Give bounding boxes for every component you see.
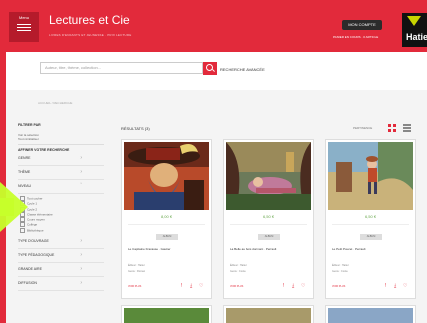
card-divider — [230, 224, 307, 225]
filter-section-title: FILTRER PAR — [18, 123, 41, 127]
list-view-icon[interactable] — [403, 124, 411, 132]
search-icon-handle — [212, 69, 215, 72]
book-cover-image[interactable] — [124, 142, 209, 210]
card-divider — [128, 224, 205, 225]
book-publisher: Éditeur : Hatier — [230, 264, 247, 267]
book-card[interactable] — [223, 305, 314, 323]
favorite-icon[interactable]: ♡ — [403, 284, 407, 289]
search-bar: Auteur, titre, thème, collection... RECH… — [0, 52, 427, 90]
site-tagline: LIVRES D'ENFANTS ET JEUNESSE · PRIX LECT… — [49, 33, 132, 37]
site-header: Menu Lectures et Cie LIVRES D'ENFANTS ET… — [0, 0, 427, 52]
chevron-right-icon: › — [80, 155, 82, 161]
view-more-link[interactable]: VOIR PLUS — [332, 285, 345, 288]
view-more-link[interactable]: VOIR PLUS — [230, 285, 243, 288]
chevron-right-icon: › — [80, 280, 82, 287]
reset-filters-link[interactable]: Tout réinitialiser — [18, 137, 104, 141]
menu-button[interactable]: Menu — [9, 12, 39, 42]
brand-triangle-icon — [407, 16, 421, 26]
book-card[interactable] — [325, 305, 416, 323]
filter-type-label: TYPE D'OUVRAGE — [18, 239, 49, 244]
filter-area-label: GRANDE AIRE — [18, 267, 42, 272]
filter-diffusion[interactable]: DIFFUSION › — [18, 277, 104, 292]
sidebar-divider — [18, 144, 104, 145]
advanced-search-link[interactable]: RECHERCHE AVANCÉE — [220, 67, 265, 72]
book-card[interactable]: 8,00 € ALBUM Le Capitaine Fracasse · Gau… — [121, 139, 212, 299]
download-icon[interactable]: ⤓ — [292, 284, 294, 289]
book-format-tag: ALBUM — [360, 234, 382, 240]
info-icon[interactable]: ! — [283, 284, 284, 289]
info-icon[interactable]: ! — [385, 284, 386, 289]
level-option-label: Bibliothèque — [27, 228, 44, 233]
chevron-right-icon: › — [80, 169, 82, 175]
download-icon[interactable]: ⤓ — [394, 284, 396, 289]
book-genre: Genre : Conte — [230, 270, 246, 273]
filter-genre-label: GENRE — [18, 156, 31, 160]
download-icon[interactable]: ⤓ — [190, 284, 192, 289]
book-card[interactable] — [121, 305, 212, 323]
book-publisher: Éditeur : Hatier — [332, 264, 349, 267]
filter-theme[interactable]: THÈME › — [18, 166, 104, 180]
level-option-label: Cycle 2 — [27, 206, 38, 211]
book-cover-image[interactable] — [226, 308, 311, 323]
level-option-label: Classe élémentaire — [27, 212, 53, 217]
level-option-label: Cours moyen — [27, 217, 45, 222]
grid-view-icon[interactable] — [388, 124, 396, 132]
book-format-tag: ALBUM — [258, 234, 280, 240]
menu-label: Menu — [18, 15, 29, 20]
level-option-label: Cycle 1 — [27, 201, 38, 206]
book-publisher: Éditeur : Hatier — [128, 264, 145, 267]
book-price: 6,50 € — [262, 214, 275, 219]
level-option[interactable]: Bibliothèque — [20, 227, 104, 233]
highlight-arrow-icon — [0, 182, 28, 232]
filter-theme-label: THÈME — [18, 170, 31, 174]
view-more-link[interactable]: VOIR PLUS — [128, 285, 141, 288]
card-divider — [332, 224, 409, 225]
book-cover-image[interactable] — [328, 142, 413, 210]
breadcrumb[interactable]: ACCUEIL / RECHERCHE — [38, 101, 72, 105]
book-cover-image[interactable] — [124, 308, 209, 323]
account-button[interactable]: MON COMPTE — [342, 20, 382, 30]
filter-type[interactable]: TYPE D'OUVRAGE › — [18, 235, 104, 250]
info-icon[interactable]: ! — [181, 284, 182, 289]
hamburger-icon — [17, 24, 31, 31]
book-title[interactable]: La Belle au bois dormant · Perrault — [230, 247, 276, 251]
book-price: 8,00 € — [160, 214, 173, 219]
sort-select[interactable]: PERTINENCE — [353, 126, 372, 130]
filter-pedagogic[interactable]: TYPE PÉDAGOGIQUE › — [18, 249, 104, 264]
filter-area[interactable]: GRANDE AIRE › — [18, 263, 104, 278]
book-price: 6,50 € — [364, 214, 377, 219]
chevron-down-icon: ˇ — [80, 183, 82, 189]
filter-level[interactable]: NIVEAU ˇ — [18, 180, 104, 194]
site-title[interactable]: Lectures et Cie — [49, 13, 130, 27]
filter-sidebar: FILTRER PAR Voir la sélection Tout réini… — [18, 123, 104, 292]
filter-diffusion-label: DIFFUSION — [18, 281, 37, 286]
book-card[interactable]: 6,50 € ALBUM Le Petit Poucet · Perrault … — [325, 139, 416, 299]
chevron-right-icon: › — [80, 266, 82, 273]
book-title[interactable]: Le Capitaine Fracasse · Gautier — [128, 247, 171, 251]
chevron-right-icon: › — [80, 238, 82, 245]
basket-link[interactable]: PANIER EN COURS · 0 ARTICLE — [333, 35, 378, 39]
favorite-icon[interactable]: ♡ — [199, 284, 203, 289]
filter-genre[interactable]: GENRE › — [18, 152, 104, 166]
book-cover-image[interactable] — [226, 142, 311, 210]
book-format-tag: ALBUM — [156, 234, 178, 240]
book-genre: Genre : Roman — [128, 270, 146, 273]
book-genre: Genre : Conte — [332, 270, 348, 273]
search-input[interactable]: Auteur, titre, thème, collection... — [40, 62, 203, 74]
brand-logo[interactable]: Hatier — [402, 13, 427, 47]
level-option-label: Collège — [27, 222, 38, 227]
filter-pedagogic-label: TYPE PÉDAGOGIQUE — [18, 253, 55, 258]
level-option-label: Tout cocher — [27, 196, 43, 201]
results-title: RÉSULTATS (3) — [121, 126, 150, 131]
level-options: Tout cocher Cycle 1 Cycle 2 Classe éléme… — [18, 194, 104, 235]
search-button[interactable] — [203, 62, 217, 75]
book-title[interactable]: Le Petit Poucet · Perrault — [332, 247, 366, 251]
brand-word: Hatier — [406, 32, 427, 42]
book-card[interactable]: 6,50 € ALBUM La Belle au bois dormant · … — [223, 139, 314, 299]
chevron-right-icon: › — [80, 252, 82, 259]
favorite-icon[interactable]: ♡ — [301, 284, 305, 289]
book-cover-image[interactable] — [328, 308, 413, 323]
